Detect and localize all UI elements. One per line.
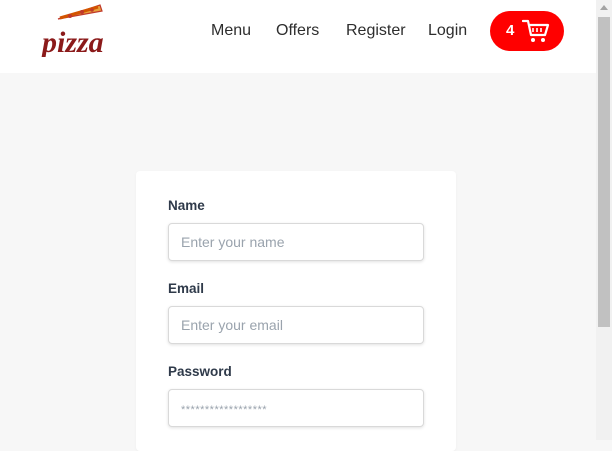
nav-register[interactable]: Register bbox=[346, 21, 406, 41]
nav-menu[interactable]: Menu bbox=[211, 21, 251, 41]
pizza-logo-icon: pizza bbox=[40, 4, 104, 57]
password-input[interactable] bbox=[168, 389, 424, 427]
nav-offers[interactable]: Offers bbox=[276, 21, 319, 41]
logo-text: pizza bbox=[40, 26, 104, 57]
register-form: Name Email Password bbox=[136, 171, 456, 451]
pizza-logo[interactable]: pizza bbox=[40, 3, 124, 57]
scroll-thumb[interactable] bbox=[598, 17, 610, 327]
email-input[interactable] bbox=[168, 306, 424, 344]
name-input[interactable] bbox=[168, 223, 424, 261]
name-label: Name bbox=[168, 198, 205, 213]
password-label: Password bbox=[168, 364, 232, 379]
nav-login[interactable]: Login bbox=[428, 21, 467, 41]
scroll-up-arrow-icon[interactable] bbox=[600, 5, 608, 10]
vertical-scrollbar[interactable] bbox=[596, 0, 612, 440]
email-label: Email bbox=[168, 281, 205, 296]
site-header: pizza Menu Offers Register Login 4 bbox=[0, 0, 596, 73]
cart-icon bbox=[522, 18, 550, 44]
cart-button[interactable]: 4 bbox=[490, 11, 564, 51]
cart-count: 4 bbox=[506, 22, 515, 39]
